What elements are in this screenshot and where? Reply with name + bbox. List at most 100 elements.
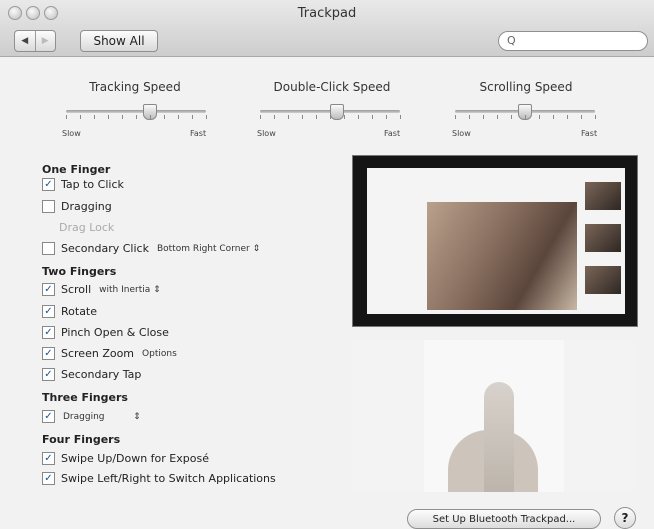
pinch-row[interactable]: ✓ Pinch Open & Close bbox=[42, 326, 169, 339]
rotate-label: Rotate bbox=[61, 305, 98, 318]
expose-row[interactable]: ✓ Swipe Up/Down for Exposé bbox=[42, 452, 209, 465]
slider-tick bbox=[372, 115, 373, 119]
tap-to-click-checkbox[interactable]: ✓ bbox=[42, 178, 55, 191]
slider-tick bbox=[469, 115, 470, 119]
drag-lock-label: Drag Lock bbox=[59, 221, 115, 234]
dragging-checkbox[interactable]: ✓ bbox=[42, 200, 55, 213]
slider-tick bbox=[288, 115, 289, 119]
tap-to-click-row[interactable]: ✓ Tap to Click bbox=[42, 178, 124, 191]
slider-tick bbox=[80, 115, 81, 119]
slider-tick bbox=[386, 115, 387, 119]
slider-tick bbox=[206, 115, 207, 119]
slider-tick bbox=[358, 115, 359, 119]
expose-checkbox[interactable]: ✓ bbox=[42, 452, 55, 465]
preview-thumbnail bbox=[585, 266, 621, 294]
switch-apps-row[interactable]: ✓ Swipe Left/Right to Switch Application… bbox=[42, 472, 276, 485]
scroll-checkbox[interactable]: ✓ bbox=[42, 283, 55, 296]
slider-tick bbox=[344, 115, 345, 119]
screen-zoom-row[interactable]: ✓ Screen Zoom Options bbox=[42, 347, 177, 360]
tracking-fast-label: Fast bbox=[190, 129, 207, 138]
three-fingers-header: Three Fingers bbox=[42, 391, 128, 404]
expose-label: Swipe Up/Down for Exposé bbox=[61, 452, 209, 465]
tracking-speed-slider[interactable] bbox=[66, 110, 206, 113]
slider-tick bbox=[260, 115, 261, 119]
slider-tick bbox=[511, 115, 512, 119]
slider-tick bbox=[455, 115, 456, 119]
slider-tick bbox=[66, 115, 67, 119]
trackpad-gesture-illustration bbox=[352, 340, 636, 492]
three-finger-popup[interactable]: Dragging ⇕ bbox=[63, 412, 141, 422]
back-icon[interactable]: ◀ bbox=[15, 31, 35, 51]
secondary-click-label: Secondary Click bbox=[61, 242, 149, 255]
slider-tick bbox=[316, 115, 317, 119]
scroll-row[interactable]: ✓ Scroll with Inertia ⇕ bbox=[42, 283, 161, 296]
popup-arrows-icon: ⇕ bbox=[252, 243, 261, 254]
slider-tick bbox=[122, 115, 123, 119]
gesture-preview-video bbox=[352, 155, 638, 327]
preview-screen bbox=[367, 168, 625, 314]
tracking-speed-label: Tracking Speed bbox=[89, 80, 181, 94]
scrolling-fast-label: Fast bbox=[581, 129, 598, 138]
slider-tick bbox=[178, 115, 179, 119]
slider-tick bbox=[595, 115, 596, 119]
slider-tick bbox=[164, 115, 165, 119]
scrolling-slow-label: Slow bbox=[452, 129, 471, 138]
window-title: Trackpad bbox=[297, 6, 357, 21]
secondary-tap-checkbox[interactable]: ✓ bbox=[42, 368, 55, 381]
slider-tick bbox=[274, 115, 275, 119]
rotate-row[interactable]: ✓ Rotate bbox=[42, 305, 97, 318]
secondary-click-row[interactable]: ✓ Secondary Click Bottom Right Corner ⇕ bbox=[42, 242, 260, 255]
slider-tick bbox=[150, 115, 151, 119]
rotate-checkbox[interactable]: ✓ bbox=[42, 305, 55, 318]
scrolling-speed-label: Scrolling Speed bbox=[479, 80, 573, 94]
four-fingers-header: Four Fingers bbox=[42, 433, 121, 446]
screen-zoom-checkbox[interactable]: ✓ bbox=[42, 347, 55, 360]
two-fingers-header: Two Fingers bbox=[42, 265, 117, 278]
popup-arrows-icon: ⇕ bbox=[107, 411, 141, 422]
slider-tick bbox=[330, 115, 331, 119]
preview-photo bbox=[427, 202, 577, 310]
slider-tick bbox=[581, 115, 582, 119]
scroll-option: with Inertia bbox=[99, 284, 151, 295]
secondary-tap-row[interactable]: ✓ Secondary Tap bbox=[42, 368, 141, 381]
back-forward-buttons[interactable]: ◀ ▶ bbox=[14, 30, 56, 52]
slider-tick bbox=[192, 115, 193, 119]
pinch-checkbox[interactable]: ✓ bbox=[42, 326, 55, 339]
slider-tick bbox=[400, 115, 401, 119]
scroll-inertia-popup[interactable]: with Inertia ⇕ bbox=[99, 285, 161, 295]
help-button[interactable]: ? bbox=[614, 507, 636, 529]
screen-zoom-label: Screen Zoom bbox=[61, 347, 135, 360]
show-all-button[interactable]: Show All bbox=[80, 30, 158, 52]
search-field[interactable]: Q bbox=[498, 31, 648, 51]
dragging-row[interactable]: ✓ Dragging bbox=[42, 200, 112, 213]
search-icon: Q bbox=[507, 34, 516, 47]
double-click-slow-label: Slow bbox=[257, 129, 276, 138]
three-finger-checkbox[interactable]: ✓ bbox=[42, 410, 55, 423]
slider-tick bbox=[136, 115, 137, 119]
double-click-fast-label: Fast bbox=[384, 129, 401, 138]
tap-to-click-label: Tap to Click bbox=[61, 178, 124, 191]
slider-tick bbox=[302, 115, 303, 119]
double-click-speed-label: Double-Click Speed bbox=[273, 80, 391, 94]
setup-bluetooth-trackpad-button[interactable]: Set Up Bluetooth Trackpad... bbox=[407, 509, 601, 529]
scroll-label: Scroll bbox=[61, 283, 92, 296]
forward-icon[interactable]: ▶ bbox=[34, 31, 56, 51]
switch-apps-checkbox[interactable]: ✓ bbox=[42, 472, 55, 485]
popup-arrows-icon: ⇕ bbox=[153, 284, 161, 295]
finger bbox=[484, 382, 514, 492]
secondary-click-popup[interactable]: Bottom Right Corner ⇕ bbox=[157, 244, 260, 254]
three-finger-option: Dragging bbox=[63, 411, 105, 422]
three-finger-row[interactable]: ✓ Dragging ⇕ bbox=[42, 410, 141, 423]
preview-thumbnail bbox=[585, 224, 621, 252]
one-finger-header: One Finger bbox=[42, 163, 111, 176]
secondary-tap-label: Secondary Tap bbox=[61, 368, 142, 381]
slider-tick bbox=[108, 115, 109, 119]
pinch-label: Pinch Open & Close bbox=[61, 326, 169, 339]
slider-tick bbox=[553, 115, 554, 119]
drag-lock-row: Drag Lock bbox=[59, 221, 114, 234]
slider-tick bbox=[483, 115, 484, 119]
double-click-speed-knob[interactable] bbox=[330, 104, 344, 120]
secondary-click-checkbox[interactable]: ✓ bbox=[42, 242, 55, 255]
slider-tick bbox=[539, 115, 540, 119]
screen-zoom-options-button[interactable]: Options bbox=[142, 349, 177, 359]
